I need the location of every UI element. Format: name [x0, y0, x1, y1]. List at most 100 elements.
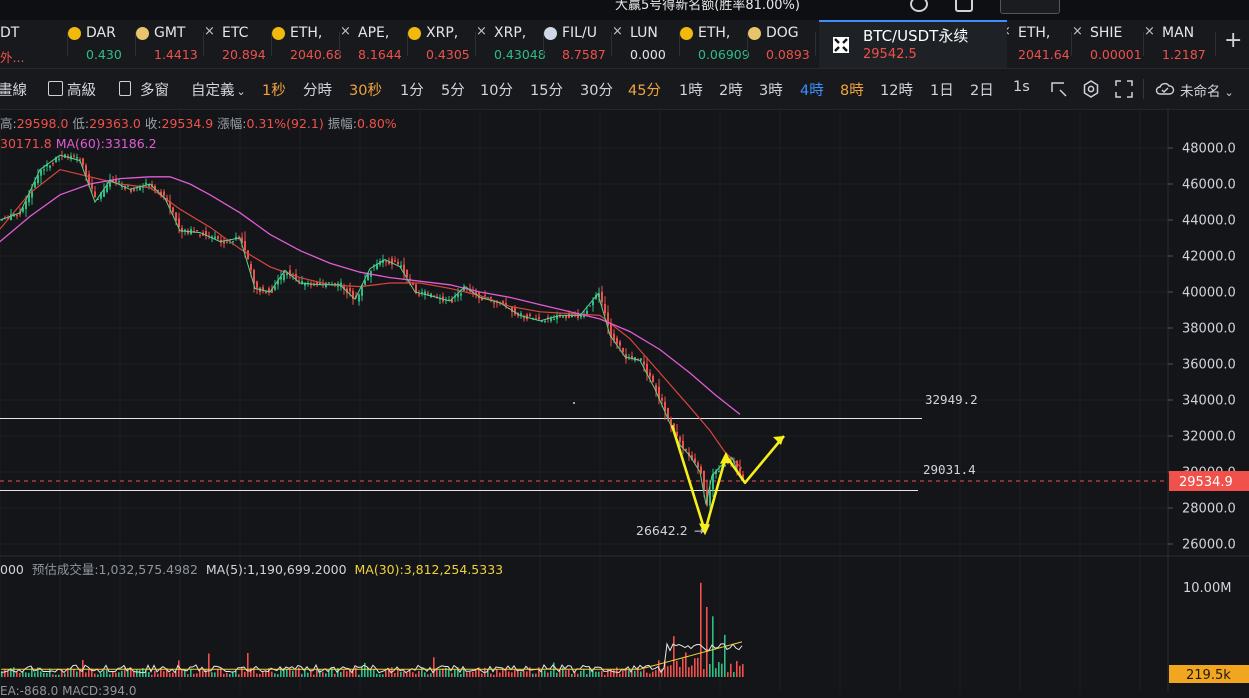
- cloud-icon[interactable]: [1155, 81, 1175, 96]
- custom-interval-dropdown[interactable]: 自定義 ⌄: [191, 79, 246, 100]
- interval-17[interactable]: 1s: [1013, 79, 1030, 95]
- top-select[interactable]: [1000, 0, 1060, 14]
- volume-bar: [310, 670, 312, 677]
- advanced-button[interactable]: 高級: [67, 79, 96, 100]
- level-lines: [0, 418, 1168, 491]
- volume-bar: [595, 671, 597, 677]
- close-icon[interactable]: ×: [1144, 24, 1155, 39]
- multi-window-button[interactable]: 多窗: [140, 79, 169, 100]
- ticker-symbol: DOG: [766, 25, 799, 41]
- close-icon[interactable]: ×: [612, 24, 623, 39]
- close-icon[interactable]: ×: [340, 24, 351, 39]
- ticker-tab-r1[interactable]: × SHIE 0.00001: [1072, 20, 1144, 68]
- volume-bar: [520, 671, 522, 677]
- volume-bar: [556, 672, 558, 677]
- low-label: 低:: [72, 116, 90, 131]
- ticker-symbol: DT: [0, 25, 20, 41]
- crosshair-icon[interactable]: [1050, 80, 1068, 98]
- ticker-tab-r0[interactable]: ×ETH,2041.64: [1000, 20, 1072, 68]
- volume-bar: [628, 670, 630, 677]
- ticker-tab-l7[interactable]: × XRP, 0.43048: [476, 20, 546, 68]
- ticker-tab-l10[interactable]: ETH, 0.06909: [680, 20, 750, 68]
- candle-body: [412, 283, 414, 286]
- price-tick-label: 28000.0: [1182, 502, 1236, 517]
- volume-bar: [301, 673, 303, 677]
- resistance-level-label: 32949.2: [925, 392, 978, 407]
- volume-bar: [256, 673, 258, 677]
- close-icon[interactable]: ×: [476, 24, 487, 39]
- candle-body: [145, 182, 147, 185]
- interval-2[interactable]: 30秒: [349, 79, 382, 100]
- ticker-tab-l9[interactable]: × LUN 0.000: [612, 20, 680, 68]
- add-tab-button[interactable]: +: [1224, 28, 1242, 53]
- volume-bar: [163, 671, 165, 677]
- price-chart[interactable]: 48000.0 46000.0 44000.0 42000.0 40000.0 38000…: [0, 108, 1249, 691]
- volume-bar: [385, 670, 387, 677]
- volume-bar: [136, 669, 138, 677]
- ticker-tab-l4[interactable]: ETH, 2040.68: [272, 20, 342, 68]
- ticker-symbol: ETC: [222, 25, 249, 41]
- ticker-tab-l0[interactable]: DT 外...: [0, 20, 68, 68]
- search-icon[interactable]: [910, 0, 928, 12]
- ticker-tab-l8[interactable]: FIL/U 8.7587: [544, 20, 612, 68]
- interval-0[interactable]: 1秒: [262, 79, 286, 100]
- interval-8[interactable]: 45分: [628, 79, 661, 100]
- ticker-symbol: XRP,: [426, 25, 459, 41]
- volume-bar: [316, 669, 318, 677]
- gear-icon[interactable]: [1082, 80, 1100, 98]
- candle-body: [16, 215, 18, 217]
- close-label: 收:: [144, 116, 162, 131]
- interval-6[interactable]: 15分: [530, 79, 563, 100]
- price-tick-label: 44000.0: [1182, 214, 1236, 229]
- close-icon[interactable]: ×: [204, 24, 215, 39]
- volume-bar: [412, 672, 414, 677]
- candle-body: [643, 361, 645, 365]
- ticker-tab-l5[interactable]: × APE, 8.1644: [340, 20, 408, 68]
- account-icon[interactable]: [955, 0, 973, 12]
- tab-btc-usdt-perpetual[interactable]: BTC/USDT永续 29542.5: [819, 20, 1007, 68]
- volume-bar: [16, 672, 18, 677]
- volume-bar: [436, 669, 438, 677]
- interval-5[interactable]: 10分: [480, 79, 513, 100]
- ma-fast-line: [0, 154, 743, 505]
- volume-readout: 000 预估成交量:1,032,575.4982 MA(5):1,190,699…: [0, 559, 503, 578]
- ticker-tab-l1[interactable]: DAR 0.430: [68, 20, 136, 68]
- volume-bar: [217, 669, 219, 677]
- interval-16[interactable]: 2日: [970, 79, 994, 100]
- ticker-symbol: FIL/U: [562, 25, 597, 41]
- candle-body: [43, 169, 45, 171]
- interval-3[interactable]: 1分: [400, 79, 424, 100]
- interval-13[interactable]: 8時: [840, 79, 864, 100]
- candle-body: [244, 240, 246, 251]
- interval-14[interactable]: 12時: [880, 79, 913, 100]
- ticker-price: 0.06909: [698, 47, 750, 62]
- volume-bar: [670, 665, 672, 677]
- ticker-tab-l3[interactable]: × ETC 20.894: [204, 20, 272, 68]
- volume-bar: [685, 652, 687, 677]
- interval-12[interactable]: 4時: [800, 79, 824, 100]
- interval-11[interactable]: 3時: [759, 79, 783, 100]
- volume-bar: [649, 673, 651, 677]
- interval-7[interactable]: 30分: [580, 79, 613, 100]
- volume-bar: [103, 670, 105, 677]
- volume-bar: [682, 658, 684, 677]
- ticker-tab-l6[interactable]: XRP, 0.4305: [408, 20, 476, 68]
- drawing-button[interactable]: 畫線: [0, 79, 27, 100]
- interval-9[interactable]: 1時: [679, 79, 703, 100]
- layout-name-dropdown[interactable]: 未命名 ⌄: [1180, 80, 1234, 100]
- candle-body: [520, 313, 522, 315]
- ticker-tab-r2[interactable]: × MAN 1.2187: [1144, 20, 1216, 68]
- fullscreen-icon[interactable]: [1115, 80, 1133, 98]
- volume-bar: [634, 670, 636, 677]
- candle-body: [349, 288, 351, 292]
- close-icon[interactable]: ×: [1072, 24, 1083, 39]
- ticker-tab-l2[interactable]: GMT 1.4413: [136, 20, 204, 68]
- interval-15[interactable]: 1日: [930, 79, 954, 100]
- candle-body: [640, 358, 642, 361]
- interval-1[interactable]: 分時: [303, 79, 332, 100]
- interval-4[interactable]: 5分: [441, 79, 465, 100]
- interval-10[interactable]: 2時: [719, 79, 743, 100]
- volume-bar: [232, 672, 234, 677]
- ticker-tab-l11[interactable]: DOG 0.0893: [748, 20, 816, 68]
- volume-bar: [430, 673, 432, 677]
